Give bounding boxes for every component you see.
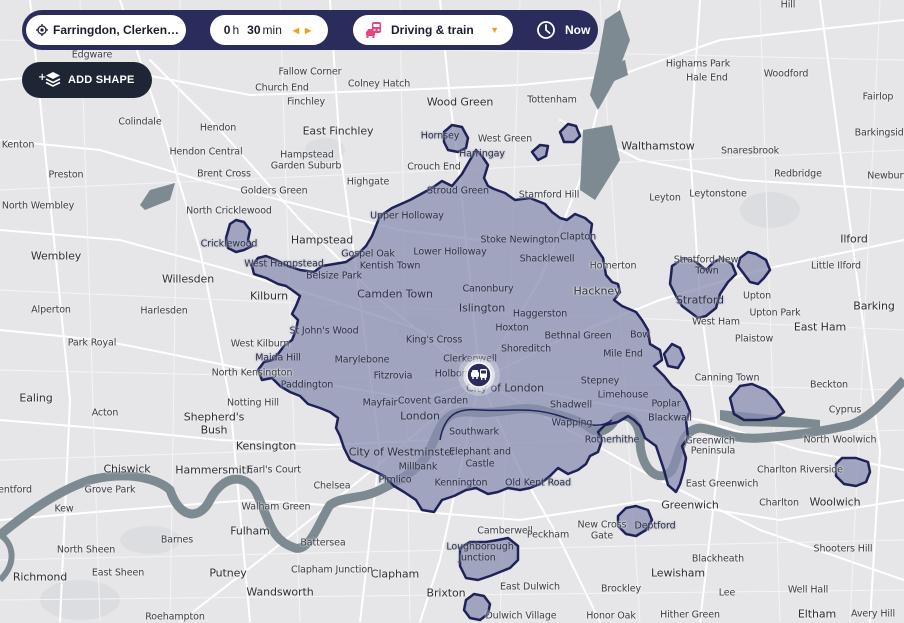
transport-mode-value: Driving & train xyxy=(391,23,474,37)
transport-mode-dropdown[interactable]: Driving & train ▼ xyxy=(353,15,513,45)
hours-value[interactable]: 0 xyxy=(224,23,231,37)
svg-text:+: + xyxy=(38,72,46,83)
crosshair-icon xyxy=(36,24,48,36)
arrow-left-icon[interactable]: ◀ xyxy=(293,26,299,35)
add-shape-button[interactable]: + ADD SHAPE xyxy=(22,62,152,98)
car-train-icon xyxy=(366,22,381,38)
isochrone-dulwich[interactable] xyxy=(462,592,492,622)
search-toolbar: Farringdon, Clerkenw... 0 h 30 min ◀ ▶ D… xyxy=(22,10,598,50)
isochrone-woolwich[interactable] xyxy=(834,456,872,488)
hours-unit: h xyxy=(232,23,240,37)
caret-down-icon: ▼ xyxy=(490,25,499,35)
arrow-right-icon[interactable]: ▶ xyxy=(305,26,311,35)
location-value: Farringdon, Clerkenw... xyxy=(53,23,181,37)
add-shape-label: ADD SHAPE xyxy=(68,74,135,86)
clock-icon xyxy=(537,21,555,39)
layers-plus-icon: + xyxy=(38,72,61,87)
departure-time-label: Now xyxy=(565,23,591,37)
travel-time-selector[interactable]: 0 h 30 min ◀ ▶ xyxy=(210,15,328,45)
departure-time-button[interactable]: Now xyxy=(536,15,590,45)
minutes-value[interactable]: 30 xyxy=(247,23,260,37)
location-input[interactable]: Farringdon, Clerkenw... xyxy=(26,15,186,45)
isochrone-hornsey[interactable] xyxy=(442,123,470,154)
minutes-unit: min xyxy=(262,23,282,37)
